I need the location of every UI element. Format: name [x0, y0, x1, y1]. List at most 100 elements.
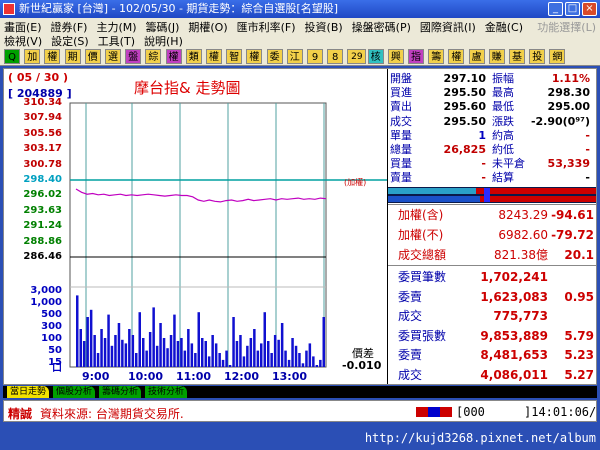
quote-label: 成交 [390, 114, 412, 128]
volume-bar [121, 339, 124, 367]
index-value: 6982.60 [498, 228, 548, 242]
quote-label: 最低 [492, 100, 514, 114]
volume-bar [322, 317, 325, 367]
volume-bar [173, 314, 176, 367]
price-tick: 293.63 [23, 204, 62, 216]
minimize-button[interactable]: _ [548, 2, 563, 16]
toolbar-button[interactable]: 核 [367, 49, 384, 64]
menu-item[interactable]: 投資(B) [305, 21, 343, 34]
volume-bar [270, 353, 273, 367]
maximize-button[interactable]: □ [565, 2, 580, 16]
index-value: 821.38億 [494, 248, 548, 262]
quote-label: 未平倉 [492, 157, 525, 171]
toolbar-button[interactable]: 盤 [125, 49, 142, 64]
tab-3[interactable]: 技術分析 [145, 386, 188, 398]
toolbar-button[interactable]: 籌 [428, 49, 445, 64]
bottom-tabs: 當日走勢 個股分析 籌碼分析 技術分析 [3, 386, 597, 398]
status-label: 精誠 [8, 407, 33, 421]
toolbar-button[interactable]: 8 [327, 49, 344, 64]
toolbar-button[interactable]: 選 [105, 49, 121, 64]
menu-item[interactable]: 設定(S) [51, 35, 89, 48]
menu-item[interactable]: 說明(H) [144, 35, 183, 48]
menu-item[interactable]: 期權(O) [188, 21, 227, 34]
toolbar-button[interactable]: 投 [529, 49, 546, 64]
volume-tick: 100 [41, 333, 62, 344]
menu-item[interactable]: 檢視(V) [4, 35, 42, 48]
quote-row: 賣量 - 結算 - [388, 171, 596, 184]
menu-row-primary: 畫面(E) 證券(F) 主力(M) 籌碼(J) 期權(O) 匯市利率(F) 投資(B) 操盤密… [4, 19, 532, 34]
menu-item[interactable]: 匯市利率(F) [237, 21, 296, 34]
toolbar-button[interactable]: 期 [64, 49, 81, 64]
order-label: 委買張數 [398, 328, 447, 343]
volume-bar [138, 312, 141, 367]
index-label: 加權(不) [398, 228, 444, 242]
toolbar-button[interactable]: 權 [448, 49, 465, 64]
toolbar-button[interactable]: 盧 [468, 49, 485, 64]
volume-bar [190, 343, 194, 367]
order-ratio: 0.95 [564, 289, 594, 304]
tab-1[interactable]: 個股分析 [53, 386, 96, 398]
toolbar-button[interactable]: 權 [206, 49, 222, 64]
toolbar-button[interactable]: 賺 [488, 49, 505, 64]
index-change: -94.61 [551, 208, 594, 222]
volume-bar [260, 343, 263, 367]
toolbar-button[interactable]: 價 [84, 49, 101, 64]
toolbar-button[interactable]: 權 [246, 49, 263, 64]
volume-bar [204, 341, 207, 367]
menu-item-disabled: 功能選擇(L) [537, 21, 596, 34]
volume-bar [242, 356, 246, 367]
quote-label: 結算 [492, 171, 514, 185]
tab-0[interactable]: 當日走勢 [7, 386, 50, 398]
toolbar-button[interactable]: 權 [165, 49, 182, 64]
toolbar-button[interactable]: 類 [185, 49, 202, 64]
menu-item[interactable]: 金融(C) [485, 21, 523, 34]
toolbar-button[interactable]: 網 [549, 49, 566, 64]
price-tick: 303.17 [23, 143, 62, 155]
order-stats: 委買筆數 1,702,241 委賣 1,623,083 0.95 成交 775,773 委買張… [388, 267, 596, 384]
volume-bar [207, 356, 211, 367]
toolbar-button[interactable]: Q [4, 49, 20, 64]
quote-label: 賣量 [390, 171, 412, 185]
toolbar-button[interactable]: 綜 [145, 49, 162, 64]
volume-bar [145, 350, 148, 367]
price-tick: 291.24 [23, 220, 62, 232]
order-label: 成交 [398, 367, 423, 382]
menu-item[interactable]: 國際資訊(I) [420, 21, 476, 34]
tab-2[interactable]: 籌碼分析 [99, 386, 142, 398]
volume-bar [298, 353, 301, 367]
toolbar-button[interactable]: 權 [44, 49, 61, 64]
time-tick: 12:00 [224, 370, 260, 383]
toolbar-button[interactable]: 興 [387, 49, 404, 64]
toolbar-button[interactable]: 智 [226, 49, 243, 64]
volume-tick: 500 [41, 309, 62, 320]
toolbar-button[interactable]: 29 [347, 49, 367, 64]
index-change: 20.1 [564, 248, 594, 262]
toolbar-button[interactable]: 基 [509, 49, 525, 64]
volume-bar [79, 329, 82, 367]
quote-label: 單量 [390, 128, 412, 142]
quote-row: 賣出 295.60 最低 295.00 [388, 100, 596, 113]
volume-bar [128, 329, 131, 367]
price-line [75, 188, 327, 203]
close-button[interactable]: × [582, 2, 597, 16]
toolbar-button[interactable]: 9 [307, 49, 323, 64]
index-value: 8243.29 [498, 208, 548, 222]
price-tick: 298.40 [23, 174, 62, 185]
volume-bar [159, 323, 162, 367]
volume-bar [135, 353, 138, 367]
order-ratio: 5.27 [564, 367, 594, 382]
order-value: 775,773 [493, 309, 548, 323]
buy-sell-ratio-bar [388, 187, 596, 203]
quote-row: 開盤 297.10 振幅 1.11% [388, 72, 596, 85]
menu-item[interactable]: 操盤密碼(P) [352, 21, 411, 34]
window-title: 新世紀贏家 [台灣] - 102/05/30 - 期貨走勢：綜合自選股[名望股] [19, 2, 338, 15]
toolbar: Q 加權期價選盤綜權類權智權委江 9 8 29 核興指籌權盧賺基投網 [0, 48, 600, 66]
toolbar-button[interactable]: 加 [24, 49, 41, 64]
quote-row: 買進 295.50 最高 298.30 [388, 86, 596, 99]
toolbar-button[interactable]: 委 [266, 49, 283, 64]
toolbar-button[interactable]: 指 [408, 49, 424, 64]
toolbar-button[interactable]: 江 [286, 49, 303, 64]
order-row: 委賣 1,623,083 0.95 [388, 287, 596, 307]
menu-item[interactable]: 工具(T) [98, 35, 135, 48]
price-tick: 310.34 [23, 97, 62, 108]
